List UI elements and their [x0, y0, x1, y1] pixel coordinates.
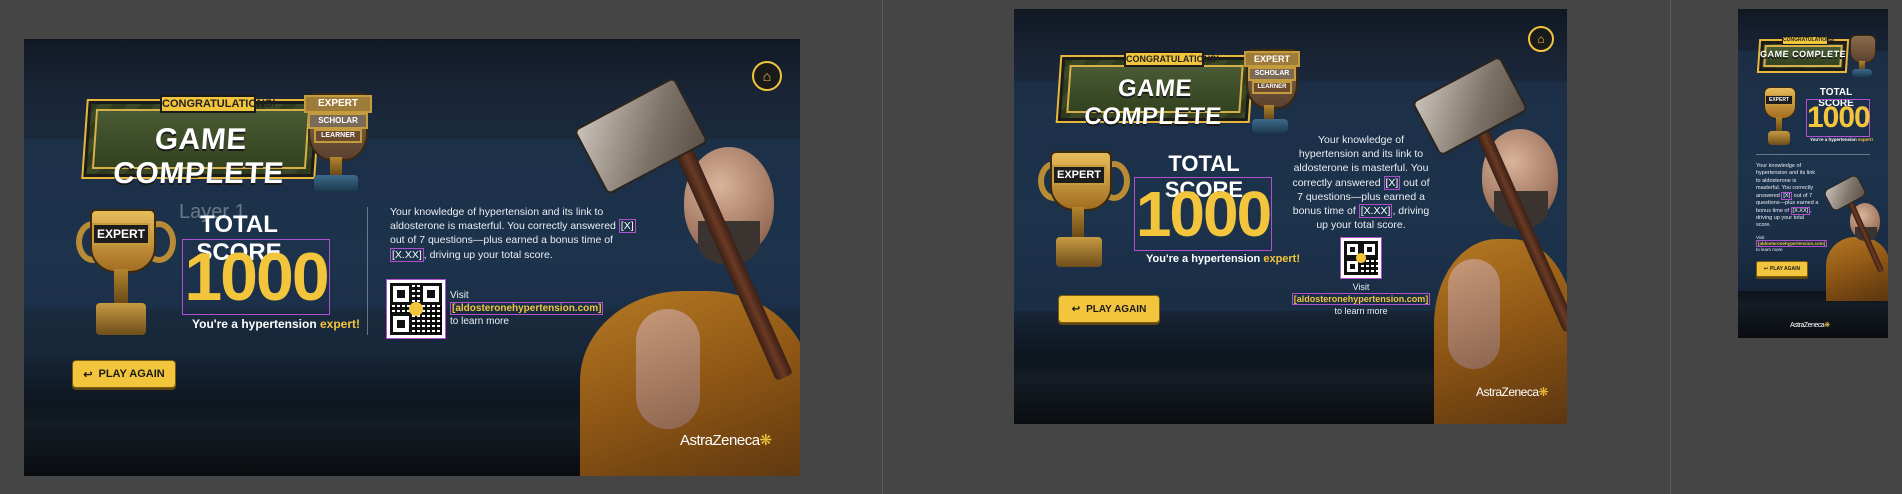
rank-expert-label: EXPERT [304, 95, 372, 113]
back-arrow-icon: ↩ [1763, 266, 1769, 272]
bonus-time-placeholder: [X.XX] [1358, 203, 1393, 218]
correct-count-placeholder: [X] [1383, 175, 1401, 190]
learn-more-label: to learn more [1334, 306, 1388, 316]
astrazeneca-logo: AstraZeneca❋ [680, 432, 772, 449]
tagline-highlight: expert! [320, 317, 361, 331]
congratulations-label: CONGRATULATIONS! [1782, 36, 1835, 45]
hammer-man-illustration [1411, 49, 1567, 424]
rank-learner-label: LEARNER [1252, 81, 1292, 94]
trophy-expert-label: EXPERT [92, 223, 150, 245]
qr-code[interactable] [386, 279, 446, 339]
rank-learner-label: LEARNER [314, 129, 362, 143]
congratulations-label: CONGRATULATIONS! [160, 95, 276, 113]
rank-trophy: EXPERT SCHOLAR LEARNER [288, 85, 384, 195]
result-paragraph: Your knowledge of hypertension and its l… [1290, 133, 1432, 232]
visit-info: Visit [aldosteronehypertension.com] to l… [1290, 281, 1432, 317]
section-divider [367, 207, 368, 335]
tagline-text: You're a hypertension [1146, 253, 1264, 265]
score-value: 1000 [1135, 178, 1272, 250]
bonus-time-placeholder: [X.XX] [1790, 206, 1811, 215]
astrazeneca-logo: AstraZeneca❋ [1476, 385, 1549, 399]
para-part-3: , driving up your total score. [423, 248, 553, 261]
section-divider [1756, 154, 1870, 155]
back-arrow-icon: ↩ [83, 368, 93, 381]
artboard-desktop[interactable]: GAME COMPLETE CONGRATULATIONS! EXPERT SC… [24, 39, 800, 476]
score-value: 1000 [184, 239, 329, 315]
score-box: 1000 [1134, 177, 1272, 251]
tagline-text: You're a hypertension [1810, 137, 1858, 142]
bonus-time-placeholder: [X.XX] [390, 247, 424, 262]
rank-trophy: EXPERT SCHOLAR LEARNER [1230, 43, 1310, 139]
score-box: 1000 [1806, 99, 1871, 137]
expert-trophy: EXPERT [1038, 151, 1130, 275]
artboard-tablet[interactable]: GAME COMPLETE CONGRATULATIONS! EXPERT SC… [1014, 9, 1567, 424]
tagline-highlight: expert! [1858, 137, 1874, 142]
play-again-button[interactable]: ↩ PLAY AGAIN [1058, 295, 1160, 323]
play-again-label: PLAY AGAIN [98, 368, 165, 380]
banner-title: GAME COMPLETE [1083, 75, 1223, 130]
qr-code[interactable] [1340, 237, 1382, 279]
play-again-label: PLAY AGAIN [1770, 266, 1801, 272]
trophy-expert-label: EXPERT [1765, 95, 1793, 105]
congratulations-label: CONGRATULATIONS! [1124, 51, 1219, 67]
canvas-divider [882, 0, 883, 494]
banner-title: GAME COMPLETE [1759, 49, 1847, 59]
play-again-button[interactable]: ↩ PLAY AGAIN [72, 360, 176, 388]
rank-expert-label: EXPERT [1244, 51, 1300, 67]
result-paragraph: Your knowledge of hypertension and its l… [1756, 163, 1820, 230]
expert-trophy: EXPERT [1758, 87, 1800, 151]
rank-trophy [1842, 31, 1882, 79]
hammer-man-illustration [564, 59, 800, 476]
trophy-expert-label: EXPERT [1052, 165, 1106, 185]
tagline-highlight: expert! [1263, 253, 1301, 265]
score-value: 1000 [1807, 101, 1871, 134]
banner-title: GAME COMPLETE [112, 123, 286, 190]
play-again-button[interactable]: ↩ PLAY AGAIN [1756, 261, 1808, 277]
visit-info: Visit [aldosteronehypertension.com] to l… [1756, 235, 1828, 253]
back-arrow-icon: ↩ [1071, 303, 1081, 315]
learn-more-label: to learn more [1756, 247, 1783, 252]
expert-trophy: EXPERT [76, 209, 176, 341]
hammer-man-illustration [1820, 173, 1888, 301]
tagline-text: You're a hypertension [192, 317, 320, 331]
play-again-label: PLAY AGAIN [1086, 303, 1147, 315]
astrazeneca-logo: AstraZeneca❋ [1790, 322, 1830, 329]
tagline: You're a hypertension expert! [1810, 137, 1873, 142]
site-link[interactable]: [aldosteronehypertension.com] [1756, 240, 1828, 247]
rank-scholar-label: SCHOLAR [308, 113, 368, 129]
tagline: You're a hypertension expert! [1146, 253, 1300, 265]
canvas-divider [1670, 0, 1671, 494]
correct-count-placeholder: [X] [1781, 191, 1793, 200]
rank-scholar-label: SCHOLAR [1248, 67, 1296, 81]
tagline: You're a hypertension expert! [192, 317, 360, 331]
site-link[interactable]: [aldosteronehypertension.com] [1291, 293, 1431, 305]
score-box: 1000 [182, 239, 330, 315]
visit-label: Visit [1352, 282, 1370, 292]
artboard-mobile[interactable]: GAME COMPLETE CONGRATULATIONS! EXPERT TO… [1738, 9, 1888, 338]
